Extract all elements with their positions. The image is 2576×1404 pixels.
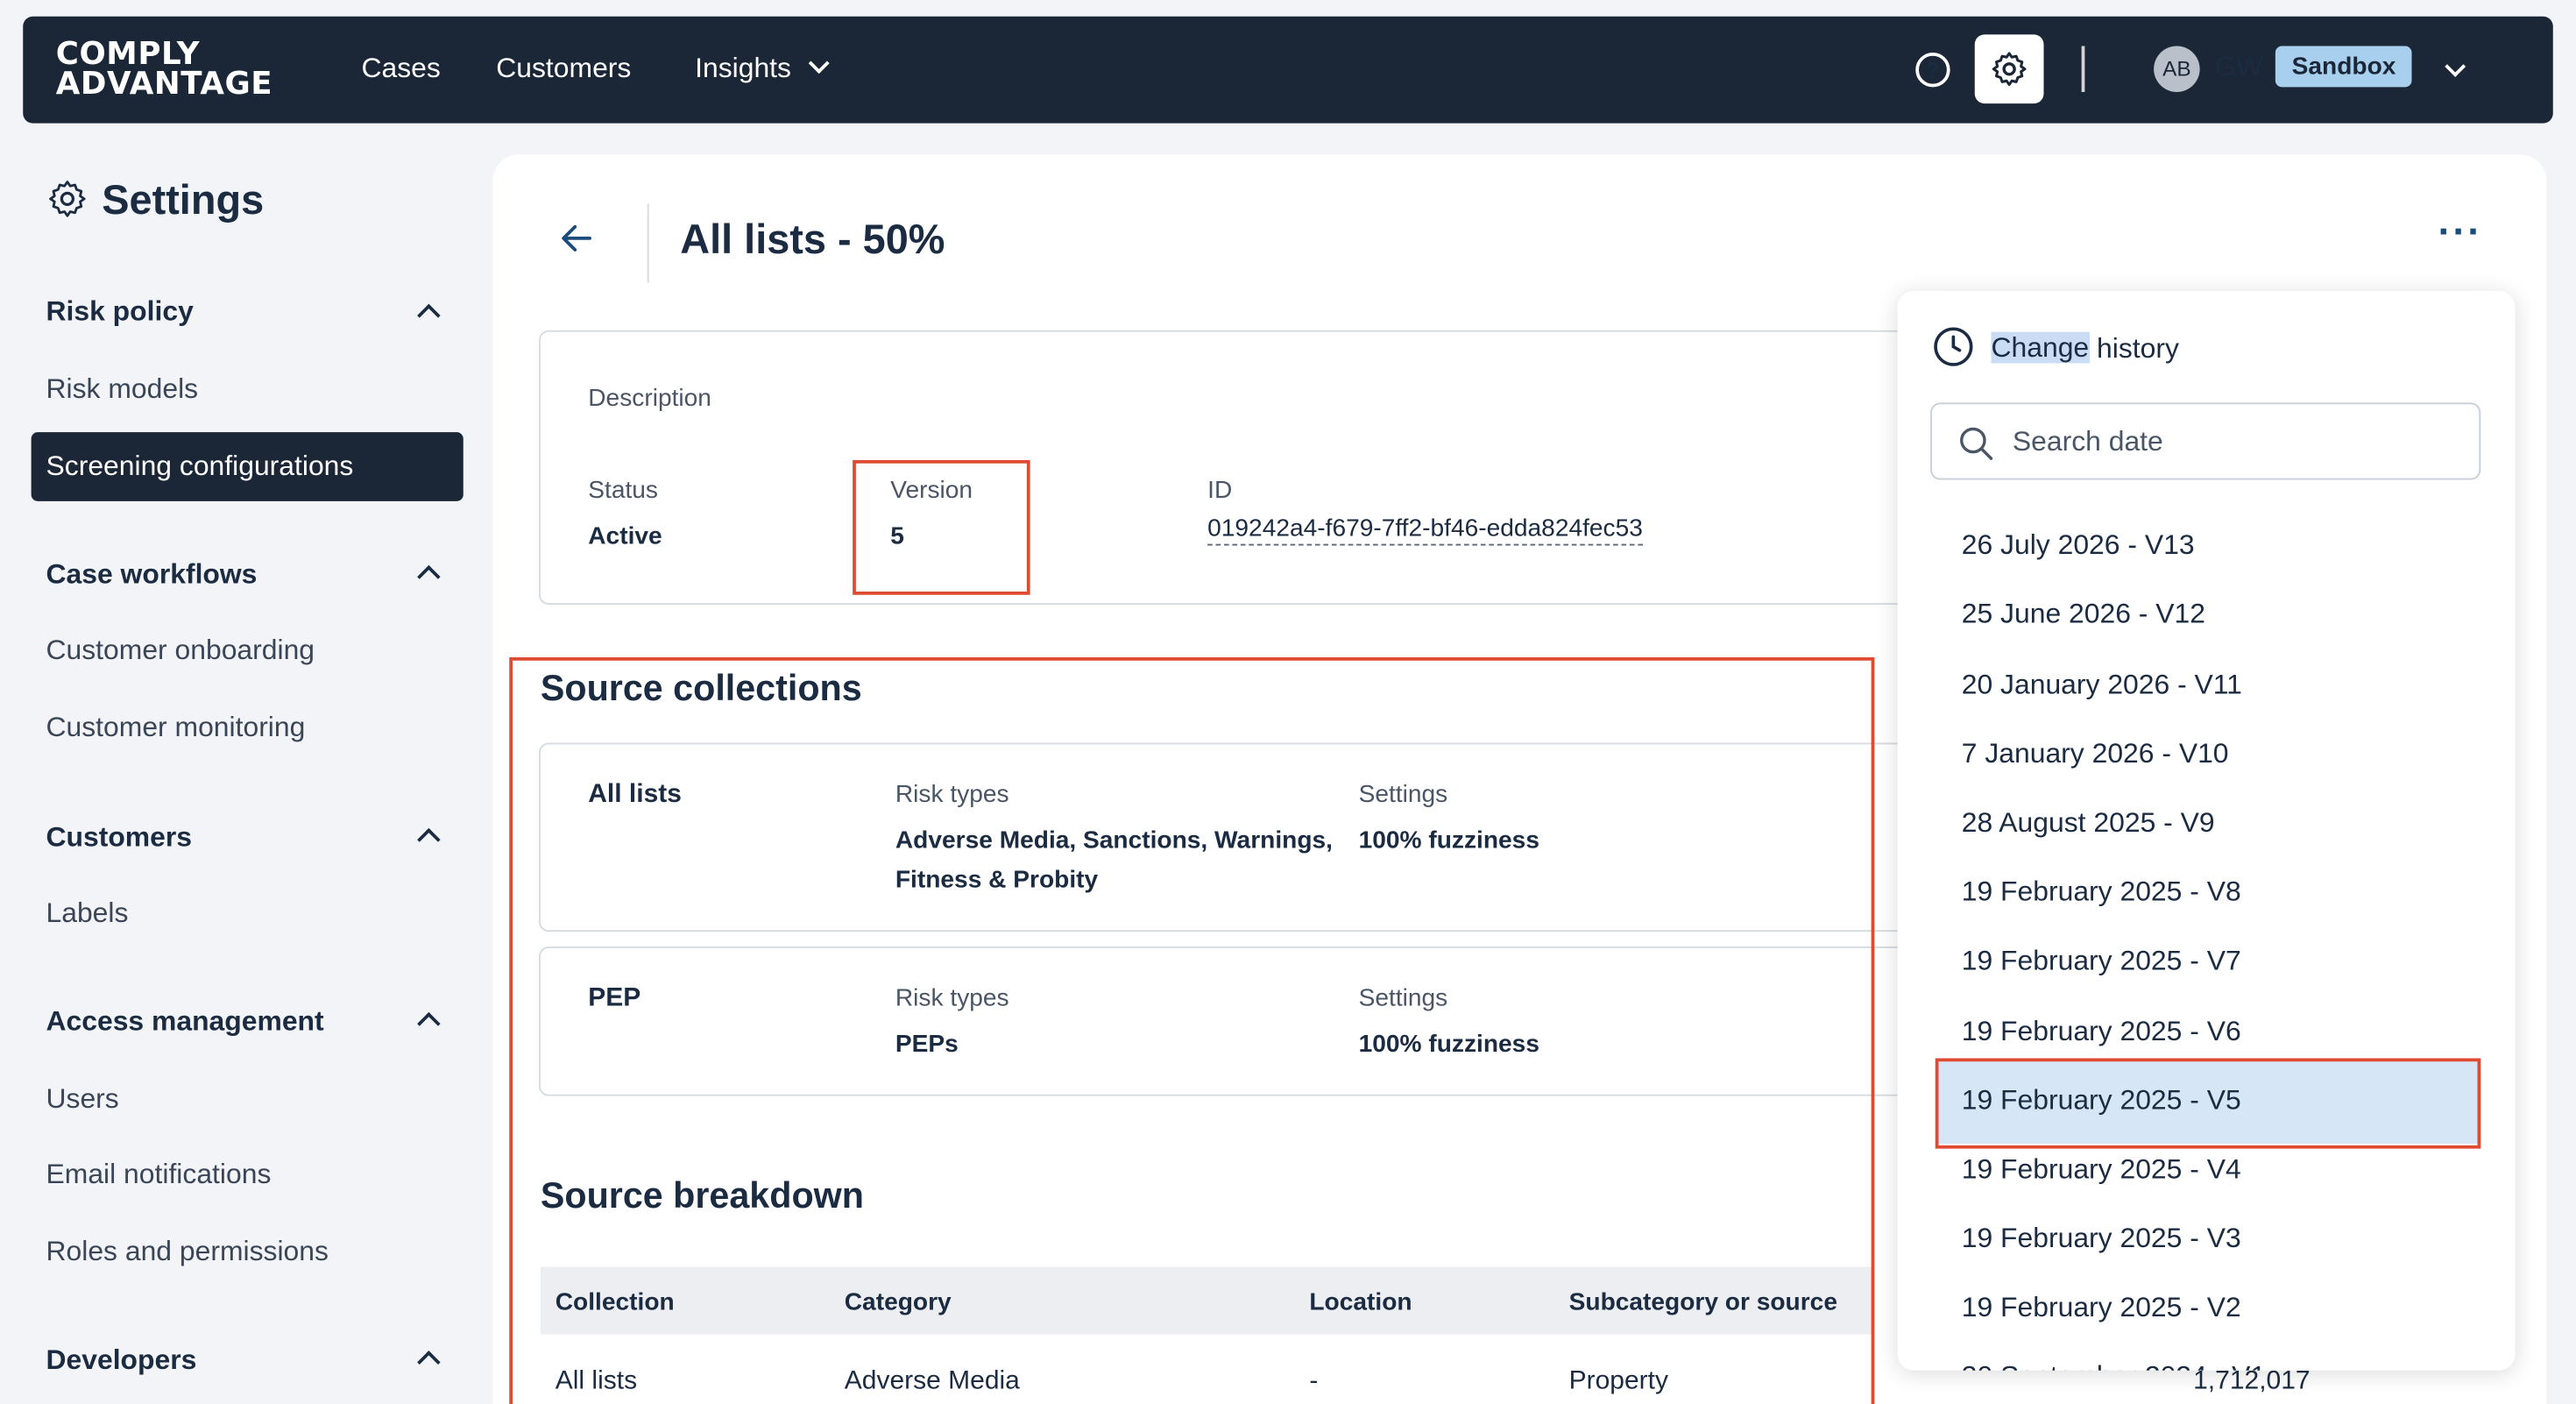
id-value[interactable]: 019242a4-f679-7ff2-bf46-edda824fec53	[1207, 514, 1643, 546]
sidebar-item-customer-onboarding[interactable]: Customer onboarding	[46, 635, 315, 668]
nav-cases[interactable]: Cases	[362, 53, 441, 86]
chevron-down-icon	[807, 53, 829, 74]
clock-icon	[1934, 327, 1973, 366]
sidebar-section-case-workflows[interactable]: Case workflows	[46, 559, 258, 592]
title-divider	[647, 203, 649, 283]
version-item[interactable]: 19 February 2025 - V7	[1962, 945, 2241, 978]
sidebar-item-label: Screening configurations	[46, 450, 354, 482]
nav-insights[interactable]: Insights	[695, 53, 829, 86]
nav-insights-label: Insights	[695, 53, 791, 84]
user-menu-chevron-down-icon[interactable]	[2445, 56, 2466, 89]
version-item[interactable]: 25 June 2026 - V12	[1962, 599, 2205, 632]
version-item[interactable]: 19 February 2025 - V2	[1962, 1292, 2241, 1325]
version-item[interactable]: 28 August 2025 - V9	[1962, 807, 2215, 840]
sidebar-title-label: Settings	[102, 177, 265, 224]
sidebar-item-roles-and-permissions[interactable]: Roles and permissions	[46, 1236, 329, 1269]
chevron-up-icon[interactable]	[417, 1351, 441, 1374]
help-icon[interactable]: ?	[1915, 53, 1950, 88]
comply-advantage-logo[interactable]: COMPLY ADVANTAGE	[56, 39, 272, 99]
user-initials[interactable]: GW	[2215, 51, 2263, 84]
version-item[interactable]: 19 February 2025 - V3	[1962, 1223, 2241, 1256]
version-item-partial[interactable]: 30 September 2024 - V1	[1962, 1361, 2266, 1371]
version-highlight-box	[853, 460, 1030, 595]
version-item[interactable]: 26 July 2026 - V13	[1962, 529, 2195, 563]
sidebar-section-customers[interactable]: Customers	[46, 822, 193, 855]
search-icon	[1960, 427, 1993, 460]
logo-line-1: COMPLY	[55, 36, 201, 73]
details-box	[539, 330, 1919, 605]
version-item[interactable]: 19 February 2025 - V4	[1962, 1153, 2241, 1187]
back-arrow-icon[interactable]	[559, 220, 595, 265]
sidebar-section-developers[interactable]: Developers	[46, 1344, 197, 1378]
sidebar-item-screening-configurations[interactable]: Screening configurations	[31, 432, 464, 501]
sidebar-item-customer-monitoring[interactable]: Customer monitoring	[46, 712, 306, 745]
chevron-up-icon[interactable]	[417, 827, 441, 852]
sidebar-item-email-notifications[interactable]: Email notifications	[46, 1159, 272, 1192]
page-title: All lists - 50%	[680, 216, 945, 264]
change-history-title-selected: Change	[1991, 332, 2090, 365]
more-icon[interactable]: ···	[2438, 210, 2483, 257]
search-date-field[interactable]	[1930, 402, 2481, 480]
sidebar-item-risk-models[interactable]: Risk models	[46, 373, 199, 407]
status-value: Active	[588, 522, 662, 551]
version-item[interactable]: 19 February 2025 - V8	[1962, 876, 2241, 909]
version-item[interactable]: 7 January 2026 - V10	[1962, 738, 2229, 771]
settings-gear-icon	[49, 181, 86, 218]
nav-customers[interactable]: Customers	[496, 53, 631, 86]
table-cell-count: 1,712,017	[2193, 1367, 2311, 1395]
chevron-up-icon[interactable]	[417, 303, 441, 328]
status-label: Status	[588, 476, 658, 505]
version-item[interactable]: 19 February 2025 - V6	[1962, 1016, 2241, 1049]
id-label: ID	[1207, 476, 1233, 505]
topbar-divider	[2081, 46, 2085, 92]
gear-icon	[1992, 52, 2027, 87]
chevron-up-icon[interactable]	[417, 1011, 441, 1036]
chevron-up-icon[interactable]	[417, 564, 441, 589]
sidebar-section-access-management[interactable]: Access management	[46, 1006, 324, 1039]
logo-line-2: ADVANTAGE	[55, 66, 273, 103]
sidebar-title: Settings	[46, 177, 265, 225]
sidebar-section-risk-policy[interactable]: Risk policy	[46, 296, 194, 330]
sidebar-item-labels[interactable]: Labels	[46, 897, 129, 931]
sidebar-item-users[interactable]: Users	[46, 1083, 119, 1117]
environment-badge: Sandbox	[2275, 46, 2413, 88]
version-item[interactable]: 20 January 2026 - V11	[1962, 669, 2242, 702]
change-history-title-rest: history	[2089, 332, 2179, 365]
change-history-title: Change history	[1932, 327, 2179, 372]
description-label: Description	[588, 384, 711, 413]
source-highlight-box	[509, 657, 1875, 1404]
settings-gear-button[interactable]	[1974, 34, 2044, 104]
avatar[interactable]: AB	[2154, 46, 2200, 92]
selected-version-highlight-box	[1935, 1058, 2481, 1149]
search-date-input[interactable]	[2012, 421, 2457, 464]
